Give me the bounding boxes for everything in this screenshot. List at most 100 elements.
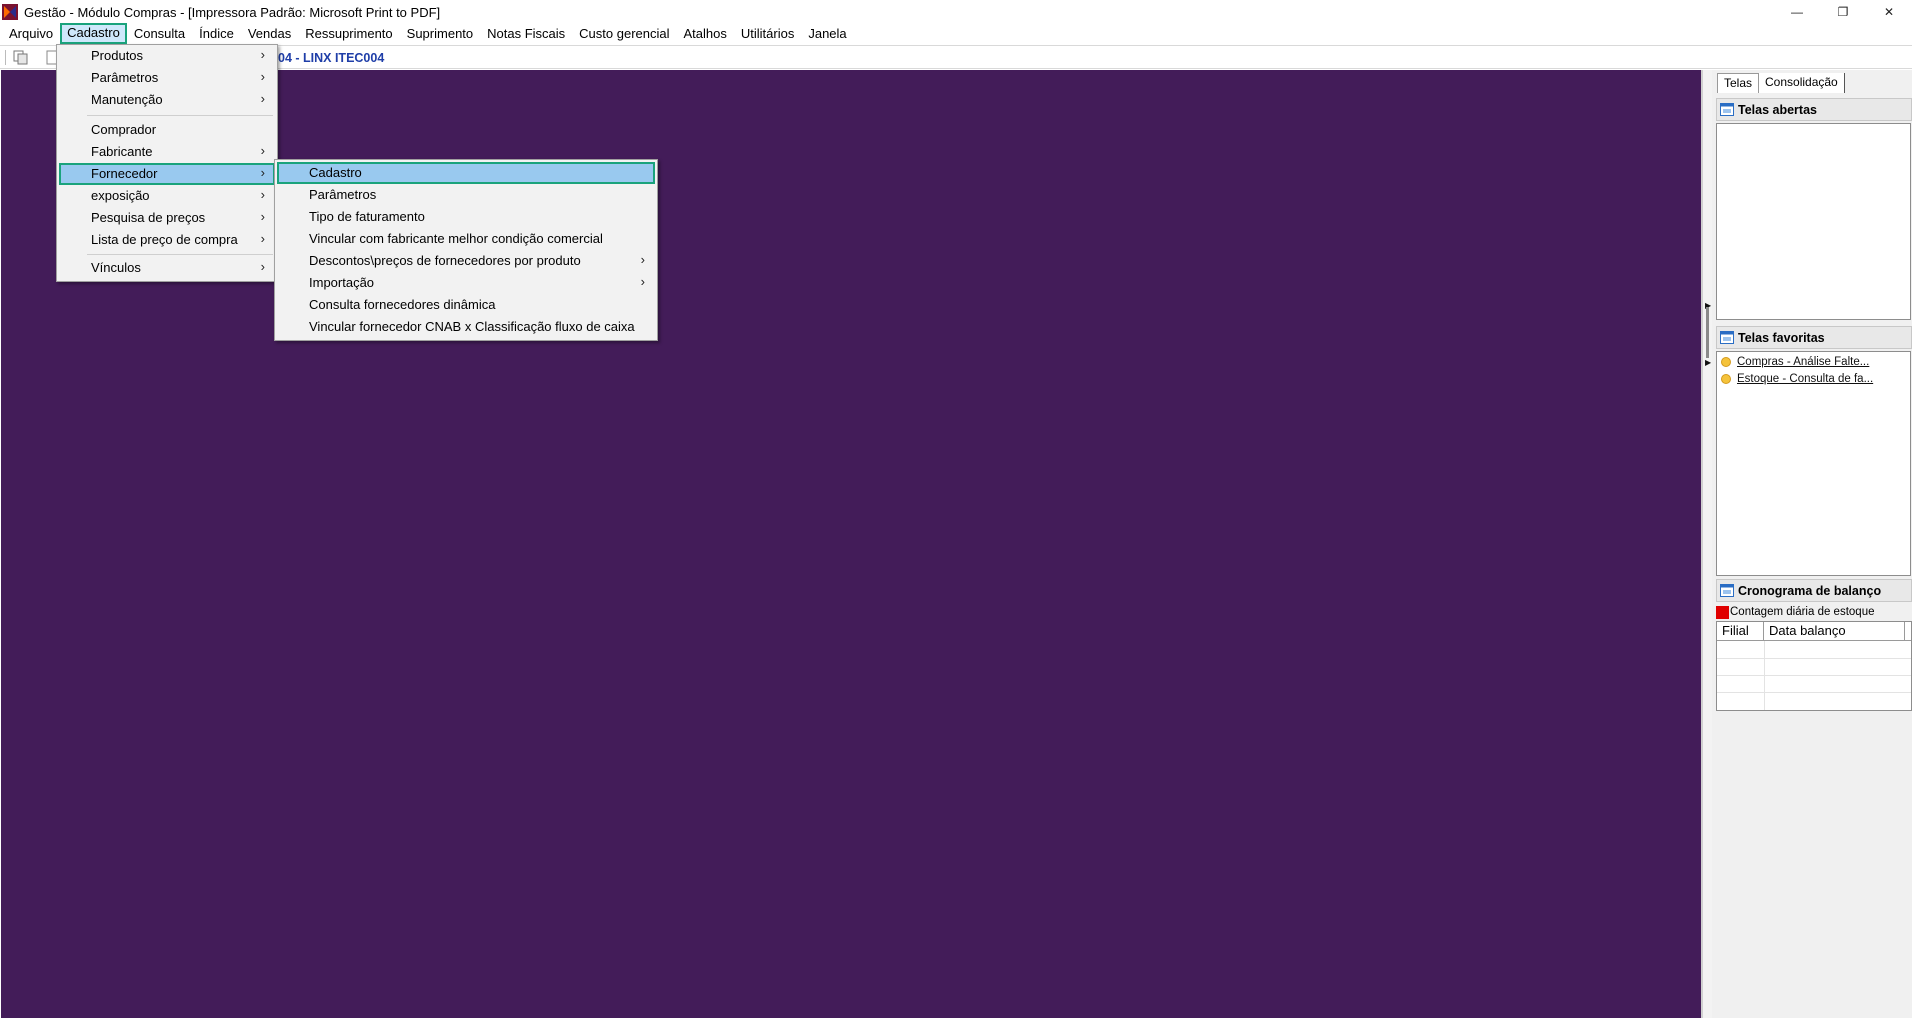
chevron-right-icon: › [260, 143, 265, 158]
telas-favoritas-header[interactable]: Telas favoritas [1716, 326, 1912, 349]
menu-item-importacao[interactable]: Importação › [277, 272, 655, 294]
telas-abertas-header[interactable]: Telas abertas [1716, 98, 1912, 121]
chevron-right-icon: › [260, 47, 265, 62]
panel-splitter[interactable]: ▶ ▶ [1703, 70, 1712, 1018]
menu-item-label: Descontos\preços de fornecedores por pro… [309, 253, 581, 268]
menu-separator [87, 115, 273, 116]
favorite-link[interactable]: Compras - Análise Falte... [1737, 356, 1869, 368]
menu-item-label: Comprador [91, 122, 157, 137]
toolbar-grip[interactable] [5, 50, 8, 65]
splitter-expand-icon[interactable]: ▶ [1705, 358, 1711, 367]
menu-item-parametros[interactable]: Parâmetros › [59, 67, 275, 89]
chevron-right-icon: › [260, 91, 265, 106]
column-header-filial[interactable]: Filial [1717, 622, 1764, 640]
menu-item-fornecedor[interactable]: Fornecedor › [59, 163, 275, 185]
menu-item-exposicao[interactable]: exposição › [59, 185, 275, 207]
cadastro-menu: Produtos › Parâmetros › Manutenção › Com… [56, 44, 278, 282]
title-bar: Gestão - Módulo Compras - [Impressora Pa… [0, 0, 1912, 24]
minimize-button[interactable]: — [1774, 0, 1820, 24]
grid-row-line [1717, 692, 1911, 693]
grid-row-line [1717, 658, 1911, 659]
menu-ressuprimento[interactable]: Ressuprimento [298, 23, 399, 44]
menu-item-vinculos[interactable]: Vínculos › [59, 257, 275, 279]
telas-abertas-list[interactable] [1716, 123, 1911, 320]
menu-item-vincular-fabricante[interactable]: Vincular com fabricante melhor condição … [277, 228, 655, 250]
menu-item-label: Vínculos [91, 260, 141, 275]
favorite-item[interactable]: Compras - Análise Falte... [1721, 354, 1869, 370]
window-icon [1720, 584, 1734, 597]
window-icon [1720, 103, 1734, 116]
menu-item-label: Consulta fornecedores dinâmica [309, 297, 496, 312]
chevron-right-icon: › [260, 259, 265, 274]
menu-item-label: Vincular fornecedor CNAB x Classificação… [309, 319, 635, 334]
menu-item-manutencao[interactable]: Manutenção › [59, 89, 275, 111]
window-icon [1720, 331, 1734, 344]
menu-item-label: Tipo de faturamento [309, 209, 425, 224]
menu-item-label: Importação [309, 275, 375, 290]
menu-item-label: Cadastro [309, 165, 362, 180]
favorite-bullet-icon [1721, 357, 1731, 367]
menu-cadastro[interactable]: Cadastro [60, 22, 127, 44]
favorite-bullet-icon [1721, 374, 1731, 384]
menu-item-label: Manutenção [91, 92, 163, 107]
menu-consulta[interactable]: Consulta [127, 23, 192, 44]
menu-item-label: Vincular com fabricante melhor condição … [309, 231, 603, 246]
menu-item-label: Fabricante [91, 144, 153, 159]
menu-utilitarios[interactable]: Utilitários [734, 23, 801, 44]
menu-bar: Arquivo Cadastro Consulta Índice Vendas … [0, 22, 1912, 44]
menu-custo-gerencial[interactable]: Custo gerencial [572, 23, 676, 44]
menu-item-tipo-de-faturamento[interactable]: Tipo de faturamento [277, 206, 655, 228]
menu-item-consulta-fornecedores[interactable]: Consulta fornecedores dinâmica [277, 294, 655, 316]
menu-item-label: Fornecedor [91, 166, 158, 181]
menu-item-label: Lista de preço de compra [91, 232, 238, 247]
menu-item-cadastro[interactable]: Cadastro [277, 162, 655, 184]
fornecedor-submenu: Cadastro Parâmetros Tipo de faturamento … [274, 159, 658, 341]
menu-indice[interactable]: Índice [192, 23, 241, 44]
menu-item-descontos-precos[interactable]: Descontos\preços de fornecedores por pro… [277, 250, 655, 272]
cronograma-title: Cronograma de balanço [1738, 583, 1882, 598]
menu-suprimento[interactable]: Suprimento [400, 23, 480, 44]
menu-item-fabricante[interactable]: Fabricante › [59, 141, 275, 163]
chevron-right-icon: › [260, 231, 265, 246]
chevron-right-icon: › [640, 252, 645, 267]
favorite-link[interactable]: Estoque - Consulta de fa... [1737, 373, 1873, 385]
menu-item-lista-de-preco[interactable]: Lista de preço de compra › [59, 229, 275, 251]
panel-tabs: Telas Consolidação [1717, 73, 1845, 93]
close-button[interactable]: ✕ [1866, 0, 1912, 24]
menu-janela[interactable]: Janela [801, 23, 853, 44]
menu-item-label: Produtos [91, 48, 144, 63]
menu-item-pesquisa-de-precos[interactable]: Pesquisa de preços › [59, 207, 275, 229]
window-title: Gestão - Módulo Compras - [Impressora Pa… [24, 4, 441, 20]
copy-icon[interactable] [12, 49, 30, 66]
menu-item-vincular-cnab[interactable]: Vincular fornecedor CNAB x Classificação… [277, 316, 655, 338]
menu-item-label: Parâmetros [309, 187, 377, 202]
tab-telas[interactable]: Telas [1717, 73, 1760, 93]
menu-item-label: Parâmetros [91, 70, 159, 85]
cronograma-legend: Contagem diária de estoque [1716, 604, 1875, 620]
menu-item-parametros-fornecedor[interactable]: Parâmetros [277, 184, 655, 206]
tab-consolidacao[interactable]: Consolidação [1759, 73, 1845, 93]
menu-item-label: Pesquisa de preços [91, 210, 206, 225]
menu-item-label: exposição [91, 188, 150, 203]
menu-vendas[interactable]: Vendas [241, 23, 298, 44]
app-logo-icon [2, 4, 18, 20]
restore-button[interactable]: ❐ [1820, 0, 1866, 24]
menu-separator [87, 254, 273, 255]
legend-label: Contagem diária de estoque [1730, 606, 1875, 618]
menu-item-comprador[interactable]: Comprador [59, 119, 275, 141]
grid-header: Filial Data balanço [1717, 622, 1911, 641]
chevron-right-icon: › [260, 209, 265, 224]
cronograma-header[interactable]: Cronograma de balanço [1716, 579, 1912, 602]
chevron-right-icon: › [260, 69, 265, 84]
telas-abertas-title: Telas abertas [1738, 102, 1817, 117]
menu-arquivo[interactable]: Arquivo [2, 23, 60, 44]
menu-atalhos[interactable]: Atalhos [677, 23, 734, 44]
menu-item-produtos[interactable]: Produtos › [59, 45, 275, 67]
right-panel: Telas Consolidação Telas abertas Telas f… [1712, 70, 1912, 1018]
grid-row-line [1717, 675, 1911, 676]
cronograma-grid[interactable]: Filial Data balanço [1716, 621, 1912, 711]
menu-notas-fiscais[interactable]: Notas Fiscais [480, 23, 572, 44]
favorite-item[interactable]: Estoque - Consulta de fa... [1721, 371, 1873, 387]
column-header-data-balanco[interactable]: Data balanço [1764, 622, 1905, 640]
splitter-handle[interactable] [1706, 307, 1709, 358]
